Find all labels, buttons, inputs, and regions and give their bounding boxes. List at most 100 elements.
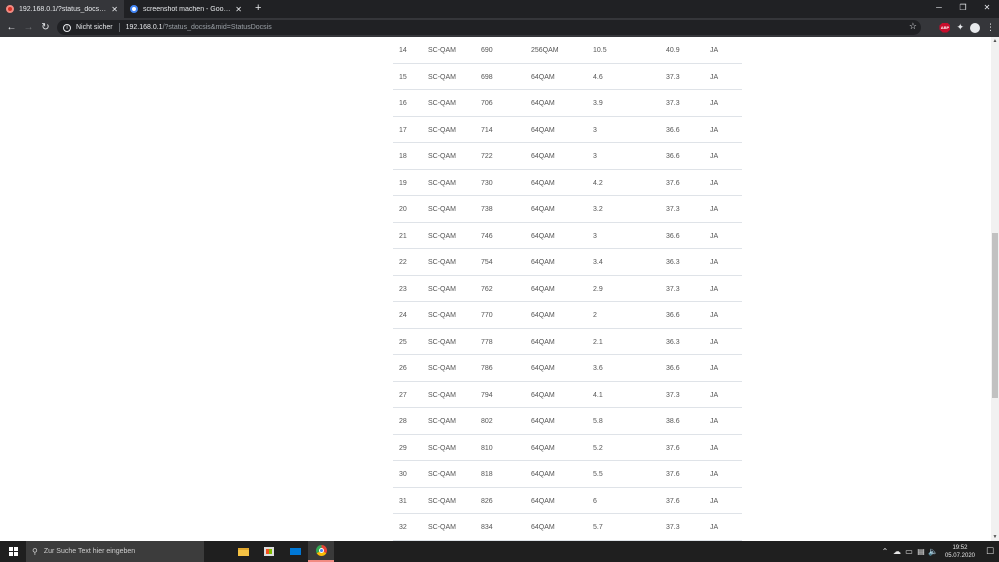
volume-icon[interactable]: 🔈 — [927, 547, 939, 556]
cell-qam: 64QAM — [531, 471, 555, 478]
forward-icon[interactable]: → — [20, 22, 37, 33]
cell-frequency: 722 — [481, 153, 493, 160]
cell-qam: 64QAM — [531, 100, 555, 107]
cell-power-level: 5.2 — [593, 444, 603, 452]
cell-locked-status: JA — [710, 444, 719, 452]
tab-title: 192.168.0.1/?status_docsis&mid=StatusDoc… — [19, 5, 107, 13]
adblock-plus-icon[interactable]: ABP — [939, 22, 951, 33]
cell-snr: 37.3 — [666, 391, 680, 399]
notification-center-icon[interactable]: ☐ — [981, 546, 999, 557]
windows-taskbar: ⚲ Zur Suche Text hier eingeben ⌃ ☁ ▭ ▤ 🔈… — [0, 541, 999, 562]
cell-locked-status: JA — [710, 312, 719, 319]
cell-frequency: 730 — [481, 179, 493, 187]
tab-close-icon[interactable]: ✕ — [111, 5, 118, 14]
store-icon[interactable] — [256, 541, 282, 562]
network-icon[interactable]: ▤ — [915, 547, 927, 556]
address-bar[interactable]: i Nicht sicher 192.168.0.1/?status_docsi… — [57, 20, 921, 35]
cell-power-level: 5.8 — [593, 418, 603, 425]
cell-snr: 36.6 — [666, 126, 680, 134]
table-row: 29 SC-QAM 810 64QAM 5.2 37.6 JA — [393, 435, 742, 461]
chrome-icon[interactable] — [308, 541, 334, 562]
cell-qam: 64QAM — [531, 338, 555, 346]
cell-snr: 40.9 — [666, 47, 680, 54]
cell-frequency: 786 — [481, 365, 493, 372]
profile-avatar-icon[interactable] — [970, 22, 980, 33]
vertical-scrollbar[interactable]: ▲ ▼ — [991, 37, 999, 541]
cell-channel-id: 31 — [399, 497, 407, 505]
minimize-button[interactable]: ─ — [927, 0, 951, 18]
cell-modulation-type: SC-QAM — [428, 73, 456, 81]
url-path[interactable]: /?status_docsis&mid=StatusDocsis — [163, 24, 272, 31]
cell-frequency: 698 — [481, 73, 493, 81]
cell-power-level: 4.2 — [593, 179, 603, 187]
cell-snr: 37.3 — [666, 524, 680, 531]
router-favicon-icon — [6, 5, 14, 13]
page-content: 14 SC-QAM 690 256QAM 10.5 40.9 JA 15 SC-QAM 698 64… — [0, 37, 991, 541]
cell-power-level: 3 — [593, 153, 597, 160]
cell-snr: 36.3 — [666, 338, 680, 346]
cell-modulation-type: SC-QAM — [428, 126, 456, 134]
maximize-button[interactable]: ❐ — [951, 0, 975, 18]
cell-frequency: 770 — [481, 312, 493, 319]
reload-icon[interactable]: ↻ — [37, 22, 54, 33]
cell-power-level: 3.9 — [593, 100, 603, 107]
cell-channel-id: 17 — [399, 126, 407, 134]
cell-modulation-type: SC-QAM — [428, 471, 456, 478]
table-row: 32 SC-QAM 834 64QAM 5.7 37.3 JA — [393, 514, 742, 541]
tab-close-icon[interactable]: ✕ — [235, 5, 242, 14]
security-label[interactable]: Nicht sicher — [76, 24, 113, 31]
scroll-down-arrow-icon[interactable]: ▼ — [992, 534, 998, 540]
table-row: 25 SC-QAM 778 64QAM 2.1 36.3 JA — [393, 329, 742, 355]
tab-google-search[interactable]: screenshot machen - Google-Suche ✕ — [124, 0, 248, 18]
close-window-button[interactable]: ✕ — [975, 0, 999, 18]
file-explorer-icon[interactable] — [230, 541, 256, 562]
scroll-up-arrow-icon[interactable]: ▲ — [992, 38, 998, 44]
table-row: 26 SC-QAM 786 64QAM 3.6 36.6 JA — [393, 355, 742, 382]
battery-icon[interactable]: ▭ — [903, 547, 915, 556]
taskbar-clock[interactable]: 19:52 05.07.2020 — [945, 544, 975, 560]
scrollbar-thumb[interactable] — [992, 233, 998, 398]
taskbar-search-box[interactable]: ⚲ Zur Suche Text hier eingeben — [26, 541, 204, 562]
back-icon[interactable]: ← — [3, 22, 20, 33]
url-host[interactable]: 192.168.0.1 — [126, 24, 163, 31]
cell-channel-id: 32 — [399, 524, 407, 531]
cell-power-level: 10.5 — [593, 47, 607, 54]
cell-frequency: 754 — [481, 259, 493, 266]
start-button[interactable] — [0, 541, 26, 562]
cell-qam: 64QAM — [531, 391, 555, 399]
cell-modulation-type: SC-QAM — [428, 444, 456, 452]
extensions-puzzle-icon[interactable]: ✦ — [956, 22, 964, 33]
cell-channel-id: 28 — [399, 418, 407, 425]
menu-kebab-icon[interactable]: ⋮ — [986, 22, 995, 33]
cell-modulation-type: SC-QAM — [428, 497, 456, 505]
cell-power-level: 3.2 — [593, 206, 603, 213]
tab-router-status[interactable]: 192.168.0.1/?status_docsis&mid=StatusDoc… — [0, 0, 124, 18]
table-row: 22 SC-QAM 754 64QAM 3.4 36.3 JA — [393, 249, 742, 276]
bookmark-star-icon[interactable]: ☆ — [909, 21, 917, 32]
new-tab-button[interactable]: + — [248, 0, 268, 18]
cell-frequency: 810 — [481, 444, 493, 452]
address-divider — [118, 23, 120, 32]
table-row: 24 SC-QAM 770 64QAM 2 36.6 JA — [393, 302, 742, 329]
cell-modulation-type: SC-QAM — [428, 259, 456, 266]
cell-snr: 37.3 — [666, 206, 680, 213]
search-placeholder: Zur Suche Text hier eingeben — [43, 548, 136, 555]
table-row: 21 SC-QAM 746 64QAM 3 36.6 JA — [393, 223, 742, 249]
cell-qam: 64QAM — [531, 206, 555, 213]
cell-power-level: 5.7 — [593, 524, 603, 531]
cell-locked-status: JA — [710, 285, 719, 293]
cell-locked-status: JA — [710, 259, 719, 266]
cell-snr: 36.6 — [666, 312, 680, 319]
cell-frequency: 690 — [481, 47, 493, 54]
cell-modulation-type: SC-QAM — [428, 391, 456, 399]
cell-locked-status: JA — [710, 206, 719, 213]
cell-modulation-type: SC-QAM — [428, 418, 456, 425]
mail-icon[interactable] — [282, 541, 308, 562]
onedrive-cloud-icon[interactable]: ☁ — [891, 547, 903, 556]
cell-channel-id: 20 — [399, 206, 407, 213]
cell-modulation-type: SC-QAM — [428, 100, 456, 107]
tray-overflow-chevron-icon[interactable]: ⌃ — [879, 547, 891, 556]
tab-title: screenshot machen - Google-Suche — [143, 5, 232, 13]
info-icon[interactable]: i — [63, 23, 71, 32]
table-row: 19 SC-QAM 730 64QAM 4.2 37.6 JA — [393, 170, 742, 196]
